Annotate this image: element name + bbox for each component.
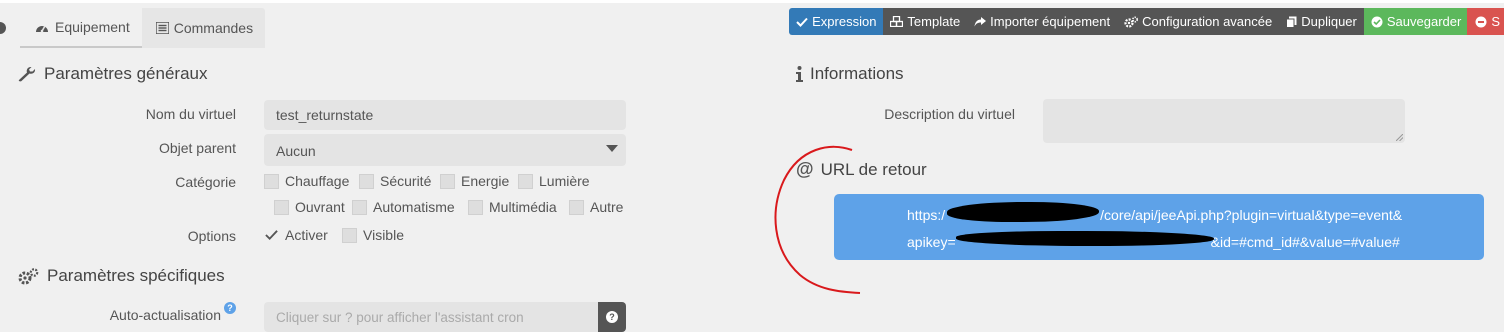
category-automatisme-label: Automatisme (373, 199, 455, 215)
checkbox[interactable] (342, 227, 357, 243)
help-icon[interactable]: ? (224, 302, 236, 314)
info-section-title: Informations (796, 64, 904, 84)
category-ouvrant-label: Ouvrant (295, 199, 345, 215)
chevron-down-icon (606, 145, 618, 152)
parent-label: Objet parent (158, 140, 236, 156)
info-icon (796, 66, 803, 82)
options-label: Options (187, 228, 236, 244)
url-line2-end: &id=#cmd_id#&value=#value# (1210, 234, 1400, 250)
description-label: Description du virtuel (884, 106, 1015, 122)
specific-title-text: Paramètres spécifiques (47, 266, 225, 285)
check-icon (796, 17, 808, 27)
save-label: Sauvegarder (1386, 14, 1462, 29)
category-securite-label: Sécurité (380, 173, 432, 189)
checkbox[interactable] (359, 173, 374, 189)
save-button[interactable]: Sauvegarder (1363, 8, 1468, 35)
import-label: Importer équipement (990, 14, 1111, 29)
action-toolbar: Expression Template Importer équipement … (789, 8, 1504, 35)
back-icon[interactable] (0, 22, 6, 34)
auto-refresh-input[interactable]: Cliquer sur ? pour afficher l'assistant … (264, 302, 600, 332)
cron-help-button[interactable]: ? (598, 302, 626, 332)
top-border (0, 0, 1504, 3)
checkbox[interactable] (569, 199, 584, 215)
redaction-mark (956, 231, 1214, 246)
check-circle-icon (1371, 16, 1383, 28)
expression-button[interactable]: Expression (789, 8, 884, 35)
expression-label: Expression (812, 14, 877, 29)
share-icon (974, 16, 987, 27)
checkbox-checked[interactable] (264, 228, 279, 243)
category-automatisme[interactable]: Automatisme (352, 199, 455, 215)
specific-section-title: Paramètres spécifiques (18, 266, 225, 286)
auto-refresh-placeholder: Cliquer sur ? pour afficher l'assistant … (276, 309, 524, 325)
url-line1-end: /core/api/jeeApi.php?plugin=virtual&type… (1100, 207, 1403, 223)
tab-bar: Equipement Commandes (20, 8, 266, 48)
option-visible[interactable]: Visible (342, 227, 404, 243)
category-autre[interactable]: Autre (569, 199, 623, 215)
checkbox[interactable] (518, 173, 533, 189)
option-visible-label: Visible (363, 227, 404, 243)
delete-button[interactable]: S (1467, 8, 1504, 35)
description-textarea[interactable] (1043, 99, 1405, 143)
name-input[interactable]: test_returnstate (264, 100, 626, 130)
auto-refresh-label: Auto-actualisation (109, 307, 221, 323)
category-lumiere-label: Lumière (539, 173, 590, 189)
category-lumiere[interactable]: Lumière (518, 173, 590, 189)
redaction-mark (947, 202, 1099, 222)
duplicate-button[interactable]: Dupliquer (1279, 8, 1364, 35)
cubes-icon (890, 16, 904, 27)
category-multimedia-label: Multimédia (489, 199, 557, 215)
general-section-title: Paramètres généraux (18, 64, 207, 84)
option-activer-label: Activer (285, 227, 328, 243)
cogs-icon (1124, 16, 1139, 28)
category-multimedia[interactable]: Multimédia (468, 199, 557, 215)
list-icon (155, 22, 169, 34)
duplicate-label: Dupliquer (1301, 14, 1357, 29)
wrench-icon (18, 66, 36, 82)
category-autre-label: Autre (590, 199, 624, 215)
advanced-config-label: Configuration avancée (1142, 14, 1273, 29)
advanced-config-button[interactable]: Configuration avancée (1117, 8, 1280, 35)
category-chauffage-label: Chauffage (285, 173, 350, 189)
annotation-arc (774, 145, 861, 294)
category-ouvrant[interactable]: Ouvrant (274, 199, 345, 215)
template-label: Template (907, 14, 961, 29)
checkbox[interactable] (352, 199, 367, 215)
question-circle-icon: ? (606, 311, 618, 323)
parent-select[interactable]: Aucun (264, 134, 626, 166)
category-energie-label: Energie (461, 173, 510, 189)
tab-commandes-label: Commandes (173, 20, 254, 36)
copy-icon (1286, 16, 1297, 28)
category-label: Catégorie (175, 174, 236, 190)
minus-circle-icon (1475, 16, 1487, 28)
template-button[interactable]: Template (883, 8, 968, 35)
category-securite[interactable]: Sécurité (359, 173, 431, 189)
option-activer[interactable]: Activer (264, 227, 328, 243)
url-line1-start: https:/ (907, 207, 946, 223)
resize-handle-icon[interactable] (1396, 134, 1403, 141)
tab-equipement[interactable]: Equipement (20, 8, 142, 48)
category-chauffage[interactable]: Chauffage (264, 173, 349, 189)
parent-value: Aucun (276, 143, 316, 159)
checkbox[interactable] (264, 173, 279, 189)
checkbox[interactable] (468, 199, 483, 215)
checkbox[interactable] (440, 173, 455, 189)
tab-equipement-label: Equipement (55, 19, 130, 35)
name-value: test_returnstate (276, 107, 374, 123)
checkbox[interactable] (274, 199, 289, 215)
name-label: Nom du virtuel (145, 106, 236, 122)
cogs-icon (18, 267, 39, 285)
check-icon (265, 230, 278, 241)
import-button[interactable]: Importer équipement (967, 8, 1118, 35)
return-url-box: https:/ /core/api/jeeApi.php?plugin=virtu… (834, 194, 1484, 260)
url-line2-start: apikey= (907, 234, 956, 250)
category-energie[interactable]: Energie (440, 173, 509, 189)
delete-label: S (1491, 14, 1500, 29)
general-title-text: Paramètres généraux (44, 64, 208, 83)
info-title-text: Informations (810, 64, 904, 83)
dashboard-icon (34, 20, 50, 34)
tab-commandes[interactable]: Commandes (142, 8, 265, 48)
